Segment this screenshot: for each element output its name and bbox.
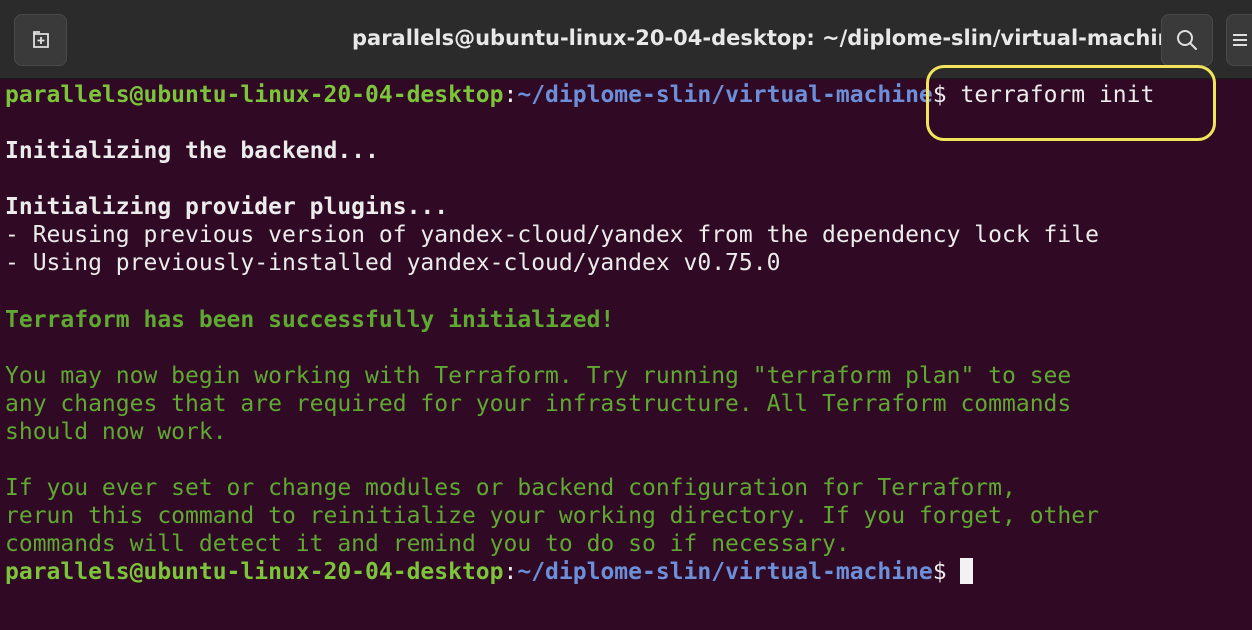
success-message: Terraform has been successfully initiali… — [5, 307, 615, 333]
prompt-user: parallels@ubuntu-linux-20-04-desktop — [5, 559, 504, 585]
menu-button[interactable] — [1226, 14, 1252, 66]
prompt-user: parallels@ubuntu-linux-20-04-desktop — [5, 82, 504, 108]
command-text: terraform init — [960, 82, 1155, 108]
output-line: If you ever set or change modules or bac… — [5, 475, 1016, 501]
output-line: You may now begin working with Terraform… — [5, 363, 1072, 389]
output-line: should now work. — [5, 419, 227, 445]
search-icon — [1177, 30, 1197, 50]
output-line: - Reusing previous version of yandex-clo… — [5, 222, 1099, 248]
terminal-window: parallels@ubuntu-linux-20-04-desktop: ~/… — [0, 0, 1252, 630]
text-cursor — [960, 558, 974, 584]
prompt-path: ~/diplome-slin/virtual-machine — [517, 82, 933, 108]
output-line: - Using previously-installed yandex-clou… — [5, 250, 781, 276]
terminal-output[interactable]: parallels@ubuntu-linux-20-04-desktop:~/d… — [0, 79, 1252, 630]
title-bar: parallels@ubuntu-linux-20-04-desktop: ~/… — [0, 0, 1252, 79]
prompt-line-2: parallels@ubuntu-linux-20-04-desktop:~/d… — [5, 558, 974, 586]
prompt-colon: : — [503, 82, 518, 108]
prompt-dollar: $ — [932, 82, 961, 108]
prompt-path: ~/diplome-slin/virtual-machine — [517, 559, 933, 585]
output-line: any changes that are required for your i… — [5, 391, 1072, 417]
search-button[interactable] — [1161, 14, 1213, 66]
prompt-dollar: $ — [932, 559, 961, 585]
output-line: Initializing the backend... — [5, 138, 379, 164]
output-line: Initializing provider plugins... — [5, 194, 449, 220]
prompt-line-1: parallels@ubuntu-linux-20-04-desktop:~/d… — [5, 81, 1154, 109]
window-title: parallels@ubuntu-linux-20-04-desktop: ~/… — [352, 26, 1187, 50]
output-line: commands will detect it and remind you t… — [5, 531, 850, 557]
output-line: rerun this command to reinitialize your … — [5, 503, 1099, 529]
prompt-colon: : — [503, 559, 518, 585]
new-tab-icon — [32, 31, 49, 48]
new-tab-button[interactable] — [14, 14, 67, 66]
hamburger-menu-icon — [1233, 34, 1247, 46]
